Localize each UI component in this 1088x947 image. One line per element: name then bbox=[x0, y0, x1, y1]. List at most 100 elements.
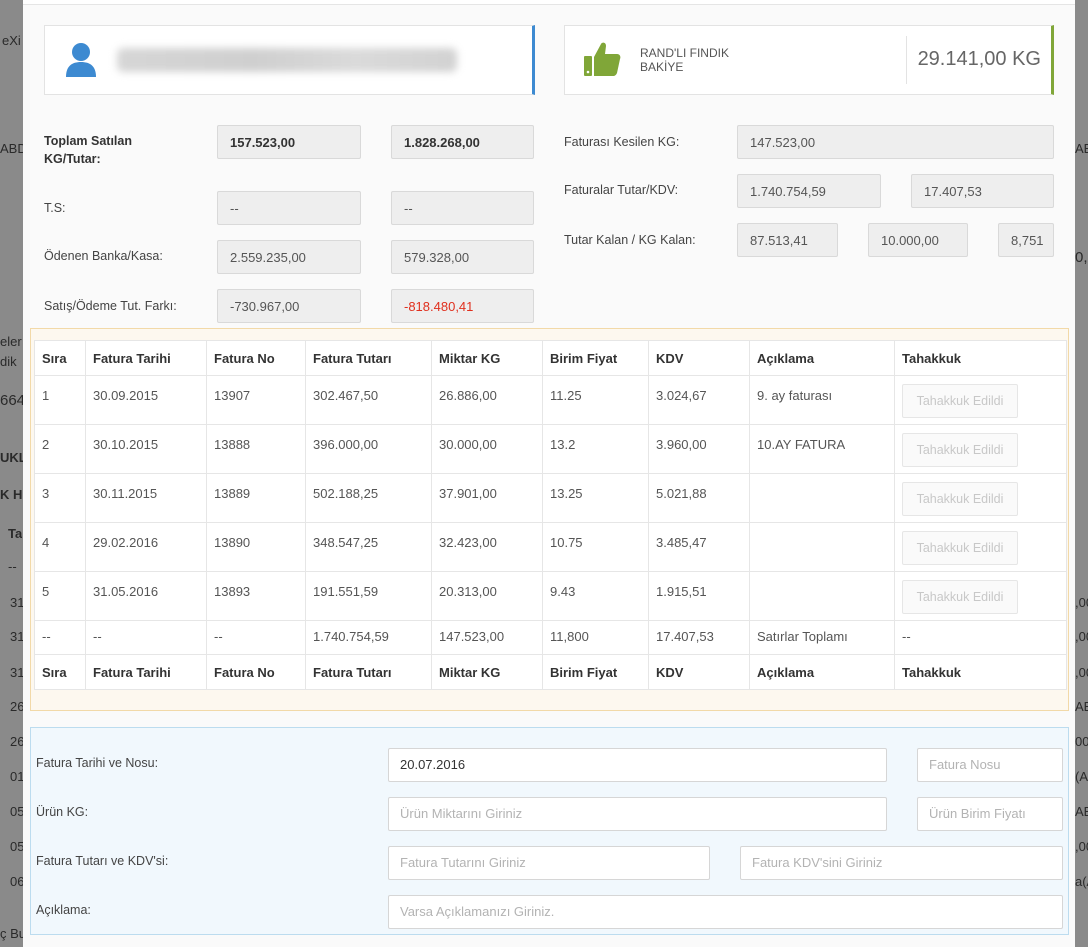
table-cell: 31.05.2016 bbox=[85, 571, 207, 621]
accrued-button[interactable]: Tahakkuk Edildi bbox=[902, 531, 1018, 565]
bg-fragment: a(A bbox=[1075, 874, 1088, 889]
table-cell: Tahakkuk Edildi bbox=[894, 473, 1067, 523]
table-cell: 13889 bbox=[206, 473, 306, 523]
invoiced-kg-label: Faturası Kesilen KG: bbox=[564, 135, 680, 149]
col-footer: Fatura Tutarı bbox=[305, 654, 432, 690]
total-sold-label: Toplam Satılan KG/Tutar: bbox=[44, 134, 132, 166]
table-cell: 3.024,67 bbox=[648, 375, 750, 425]
table-cell: 1.915,51 bbox=[648, 571, 750, 621]
col-footer: Miktar KG bbox=[431, 654, 543, 690]
col-footer: Fatura Tarihi bbox=[85, 654, 207, 690]
table-cell: 5 bbox=[34, 571, 86, 621]
table-cell: 13888 bbox=[206, 424, 306, 474]
invoices-table-panel: Sıra Fatura Tarihi Fatura No Fatura Tuta… bbox=[30, 328, 1069, 711]
bg-fragment: (A bbox=[1075, 769, 1088, 784]
bg-fragment: Ta bbox=[8, 526, 23, 541]
table-cell: Tahakkuk Edildi bbox=[894, 375, 1067, 425]
bg-fragment: eler bbox=[0, 334, 22, 349]
col-footer: KDV bbox=[648, 654, 750, 690]
table-cell: 13.25 bbox=[542, 473, 649, 523]
thumbs-up-icon bbox=[584, 42, 621, 76]
table-row: 2 30.10.2015 13888 396.000,00 30.000,00 … bbox=[34, 424, 1067, 474]
balance-label: RAND'LI FINDIK BAKİYE bbox=[640, 46, 729, 74]
table-cell: 5.021,88 bbox=[648, 473, 750, 523]
remaining-label: Tutar Kalan / KG Kalan: bbox=[564, 233, 696, 247]
divider bbox=[906, 36, 907, 84]
table-header-row: Sıra Fatura Tarihi Fatura No Fatura Tuta… bbox=[34, 340, 1067, 376]
ts-value-1: -- bbox=[217, 191, 361, 225]
col-footer: Tahakkuk bbox=[894, 654, 1067, 690]
table-cell: Tahakkuk Edildi bbox=[894, 522, 1067, 572]
remaining-amount: 87.513,41 bbox=[737, 223, 838, 257]
bg-fragment: eXi bbox=[2, 33, 21, 48]
difference-value-2: -818.480,41 bbox=[391, 289, 534, 323]
col-header: Açıklama bbox=[749, 340, 895, 376]
table-cell: 302.467,50 bbox=[305, 375, 432, 425]
table-cell: Satırlar Toplamı bbox=[749, 620, 895, 655]
col-header: KDV bbox=[648, 340, 750, 376]
new-invoice-form: Fatura Tarihi ve Nosu: 20.07.2016 Fatura… bbox=[30, 727, 1069, 935]
total-sold-kg: 157.523,00 bbox=[217, 125, 361, 159]
bg-fragment: 664 bbox=[0, 392, 26, 409]
description-input[interactable]: Varsa Açıklamanızı Giriniz. bbox=[388, 895, 1063, 929]
table-cell: 17.407,53 bbox=[648, 620, 750, 655]
accrued-button[interactable]: Tahakkuk Edildi bbox=[902, 580, 1018, 614]
table-cell: 30.11.2015 bbox=[85, 473, 207, 523]
bg-fragment: 0,0 bbox=[1075, 249, 1088, 266]
total-sold-amount: 1.828.268,00 bbox=[391, 125, 534, 159]
bg-fragment: 00, bbox=[1075, 734, 1088, 749]
paid-bank: 2.559.235,00 bbox=[217, 240, 361, 274]
bg-fragment: ,00 bbox=[1075, 595, 1088, 610]
remaining-value-3: 8,751 bbox=[998, 223, 1054, 257]
table-cell: 3 bbox=[34, 473, 86, 523]
modal-header-edge bbox=[23, 0, 1075, 5]
bg-fragment: AB bbox=[1075, 699, 1088, 714]
table-cell: 30.09.2015 bbox=[85, 375, 207, 425]
table-row: 5 31.05.2016 13893 191.551,59 20.313,00 … bbox=[34, 571, 1067, 621]
accrued-button[interactable]: Tahakkuk Edildi bbox=[902, 433, 1018, 467]
table-cell: 3.485,47 bbox=[648, 522, 750, 572]
table-cell: -- bbox=[85, 620, 207, 655]
customer-name-blurred bbox=[117, 48, 457, 72]
table-cell: 11,800 bbox=[542, 620, 649, 655]
invoice-vat-input[interactable]: Fatura KDV'sini Giriniz bbox=[740, 846, 1063, 880]
table-cell bbox=[749, 522, 895, 572]
table-cell: 147.523,00 bbox=[431, 620, 543, 655]
table-cell: 10.AY FATURA bbox=[749, 424, 895, 474]
table-cell: 29.02.2016 bbox=[85, 522, 207, 572]
table-cell: 3.960,00 bbox=[648, 424, 750, 474]
bg-fragment: AB bbox=[1075, 804, 1088, 819]
invoice-date-input[interactable]: 20.07.2016 bbox=[388, 748, 887, 782]
remaining-kg: 10.000,00 bbox=[868, 223, 968, 257]
invoice-amount-label: Fatura Tutarı ve KDV'si: bbox=[36, 854, 169, 868]
bg-fragment: ,00 bbox=[1075, 629, 1088, 644]
user-icon bbox=[66, 43, 96, 77]
table-cell: 32.423,00 bbox=[431, 522, 543, 572]
product-quantity-input[interactable]: Ürün Miktarını Giriniz bbox=[388, 797, 887, 831]
table-cell: 1.740.754,59 bbox=[305, 620, 432, 655]
balance-label-line2: BAKİYE bbox=[640, 60, 684, 74]
table-cell: 37.901,00 bbox=[431, 473, 543, 523]
invoices-vat-value: 17.407,53 bbox=[911, 174, 1054, 208]
col-header: Sıra bbox=[34, 340, 86, 376]
table-cell: 10.75 bbox=[542, 522, 649, 572]
bg-fragment: -- bbox=[8, 559, 17, 574]
unit-price-input[interactable]: Ürün Birim Fiyatı bbox=[917, 797, 1063, 831]
accrued-button[interactable]: Tahakkuk Edildi bbox=[902, 482, 1018, 516]
invoice-number-input[interactable]: Fatura Nosu bbox=[917, 748, 1063, 782]
col-footer: Sıra bbox=[34, 654, 86, 690]
col-footer: Açıklama bbox=[749, 654, 895, 690]
table-cell: 396.000,00 bbox=[305, 424, 432, 474]
ts-label: T.S: bbox=[44, 201, 66, 215]
col-footer: Fatura No bbox=[206, 654, 306, 690]
col-header: Tahakkuk bbox=[894, 340, 1067, 376]
invoice-date-label: Fatura Tarihi ve Nosu: bbox=[36, 756, 159, 770]
table-cell bbox=[749, 473, 895, 523]
table-cell: 4 bbox=[34, 522, 86, 572]
description-label: Açıklama: bbox=[36, 903, 91, 917]
invoice-amount-input[interactable]: Fatura Tutarını Giriniz bbox=[388, 846, 710, 880]
table-cell: -- bbox=[34, 620, 86, 655]
difference-label: Satış/Ödeme Tut. Farkı: bbox=[44, 299, 177, 313]
accrued-button[interactable]: Tahakkuk Edildi bbox=[902, 384, 1018, 418]
table-cell: Tahakkuk Edildi bbox=[894, 571, 1067, 621]
